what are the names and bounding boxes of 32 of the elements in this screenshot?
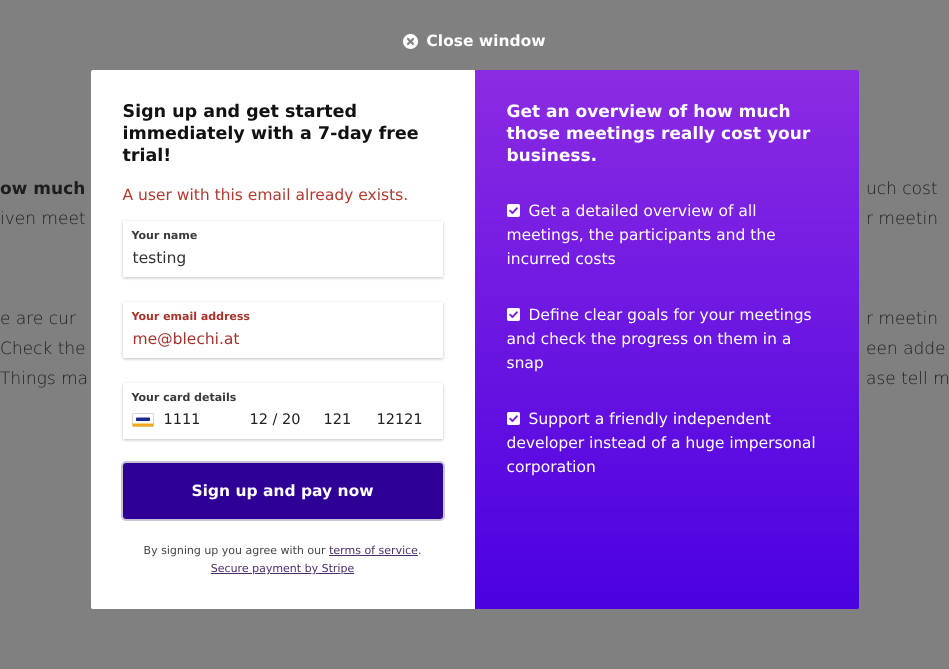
feature-text: Define clear goals for your meetings and check the progress on them in a snap bbox=[506, 306, 812, 372]
feature-text: Get a detailed overview of all meetings, the participants and the incurred costs bbox=[506, 202, 776, 268]
error-message: A user with this email already exists. bbox=[122, 185, 410, 206]
card-number-input[interactable]: 1111 bbox=[164, 410, 240, 430]
card-icon bbox=[132, 413, 154, 427]
background-text: Check the bbox=[0, 338, 87, 361]
feature-text: Support a friendly independent developer instead of a huge impersonal corporation bbox=[506, 410, 816, 476]
name-input[interactable]: testing bbox=[132, 247, 434, 269]
background-text: r meetin bbox=[866, 208, 940, 231]
background-text: e are cur bbox=[0, 308, 77, 331]
terms-text: By signing up you agree with our terms of service. bbox=[142, 543, 422, 559]
background-text: uch cost bbox=[866, 178, 939, 201]
postal-code-input[interactable]: 12121 bbox=[376, 410, 438, 430]
field-label: Your card details bbox=[132, 390, 236, 406]
info-title: Get an overview of how much those meetings really cost your business. bbox=[506, 101, 812, 167]
close-window-button[interactable]: Close window bbox=[403, 31, 546, 51]
email-input[interactable]: me@blechi.at bbox=[132, 328, 434, 350]
close-icon bbox=[403, 34, 418, 48]
sign-up-button[interactable]: Sign up and pay now bbox=[122, 463, 442, 519]
cvc-input[interactable]: 121 bbox=[324, 410, 366, 430]
background-text: Things ma bbox=[0, 368, 90, 391]
terms-link[interactable]: terms of service bbox=[329, 544, 418, 557]
expiry-input[interactable]: 12 / 20 bbox=[250, 410, 314, 430]
payment-link[interactable]: Secure payment by Stripe bbox=[210, 562, 354, 575]
field-label: Your email address bbox=[132, 309, 250, 325]
background-text: ase tell m bbox=[866, 368, 949, 391]
background-text: iven meet bbox=[0, 208, 87, 231]
signup-title: Sign up and get started immediately with a 7-day free trial! bbox=[122, 101, 420, 167]
background-text: een adde bbox=[866, 338, 947, 361]
background-heading: ow much bbox=[0, 178, 86, 201]
background-text: r meetin bbox=[866, 308, 940, 331]
field-label: Your name bbox=[132, 228, 198, 244]
